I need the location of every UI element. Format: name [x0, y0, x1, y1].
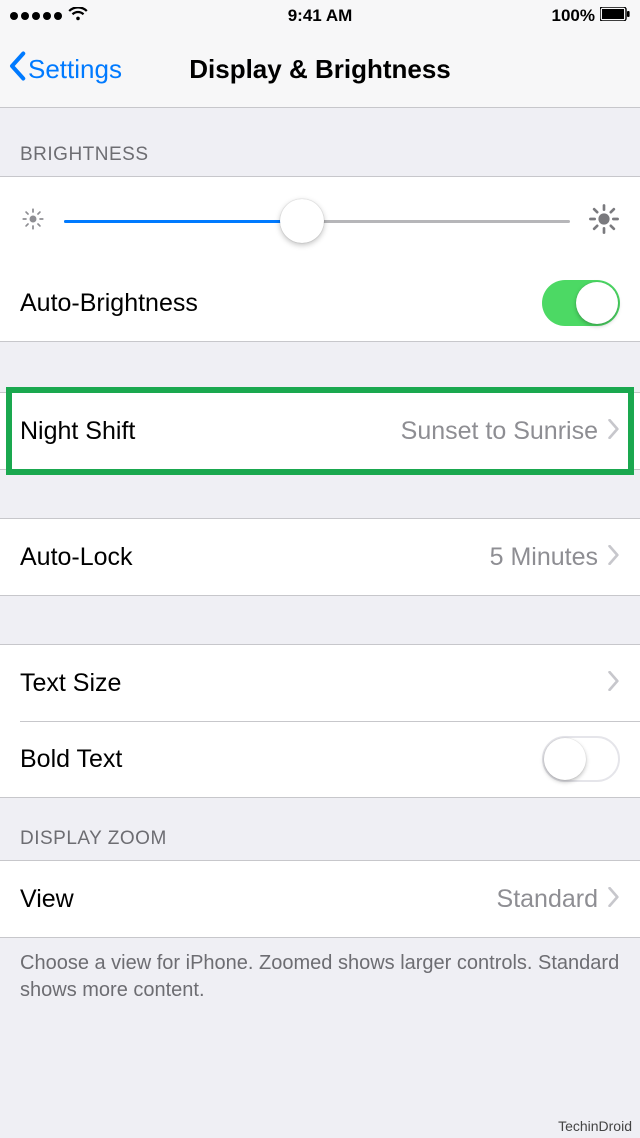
text-size-label: Text Size — [20, 669, 121, 698]
battery-percentage: 100% — [552, 6, 595, 26]
status-time: 9:41 AM — [288, 6, 353, 26]
brightness-slider-row — [0, 177, 640, 265]
view-value: Standard — [497, 885, 598, 914]
section-header-brightness: BRIGHTNESS — [0, 108, 640, 176]
chevron-left-icon — [8, 51, 26, 88]
nav-bar: Settings Display & Brightness — [0, 32, 640, 108]
bold-text-label: Bold Text — [20, 745, 122, 774]
night-shift-label: Night Shift — [20, 417, 135, 446]
brightness-slider[interactable] — [64, 220, 570, 223]
chevron-right-icon — [608, 669, 620, 698]
view-label: View — [20, 885, 74, 914]
auto-lock-value: 5 Minutes — [490, 543, 598, 572]
brightness-high-icon — [588, 203, 620, 240]
chevron-right-icon — [608, 417, 620, 446]
chevron-right-icon — [608, 543, 620, 572]
back-button[interactable]: Settings — [0, 51, 122, 88]
text-size-row[interactable]: Text Size — [0, 645, 640, 721]
battery-icon — [600, 6, 630, 26]
wifi-icon — [68, 6, 88, 26]
auto-brightness-toggle[interactable] — [542, 280, 620, 326]
display-zoom-footer: Choose a view for iPhone. Zoomed shows l… — [0, 938, 640, 1004]
watermark: TechinDroid — [558, 1118, 632, 1134]
view-row[interactable]: View Standard — [0, 861, 640, 937]
signal-dots-icon — [10, 12, 62, 20]
bold-text-row: Bold Text — [0, 721, 640, 797]
back-label: Settings — [28, 54, 122, 85]
night-shift-value: Sunset to Sunrise — [401, 417, 598, 446]
bold-text-toggle[interactable] — [542, 736, 620, 782]
auto-lock-label: Auto-Lock — [20, 543, 133, 572]
section-header-display-zoom: DISPLAY ZOOM — [0, 798, 640, 860]
brightness-low-icon — [20, 206, 46, 237]
slider-thumb[interactable] — [280, 199, 324, 243]
auto-brightness-row: Auto-Brightness — [0, 265, 640, 341]
status-bar: 9:41 AM 100% — [0, 0, 640, 32]
auto-lock-row[interactable]: Auto-Lock 5 Minutes — [0, 519, 640, 595]
chevron-right-icon — [608, 885, 620, 914]
night-shift-row[interactable]: Night Shift Sunset to Sunrise — [0, 393, 640, 469]
auto-brightness-label: Auto-Brightness — [20, 289, 198, 318]
page-title: Display & Brightness — [189, 54, 451, 85]
